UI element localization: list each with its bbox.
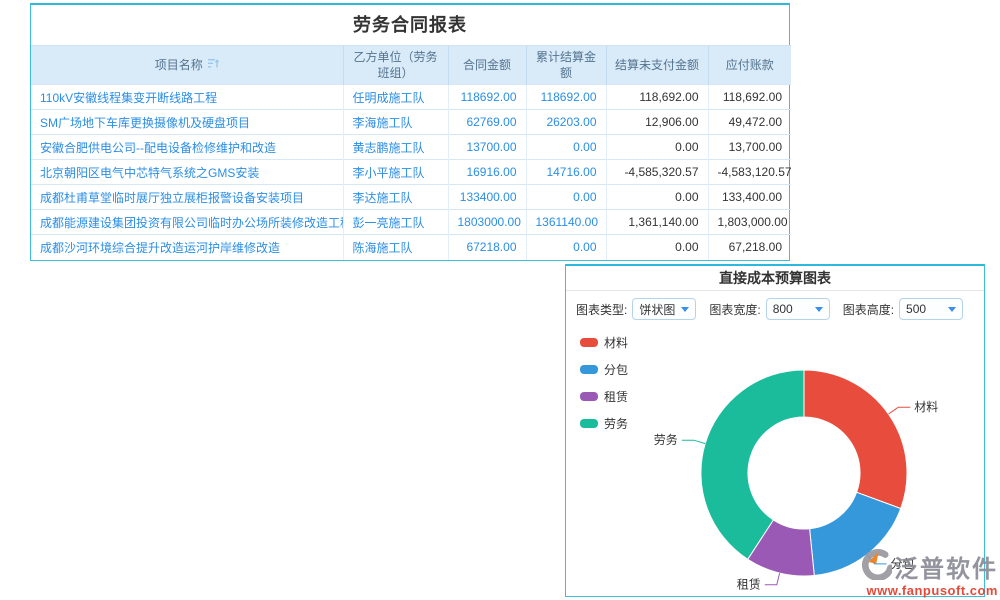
- contract-amount-cell: 118692.00: [448, 85, 526, 110]
- unit-cell[interactable]: 李海施工队: [343, 110, 448, 135]
- unit-cell[interactable]: 彭一亮施工队: [343, 210, 448, 235]
- contract-amount-cell: 13700.00: [448, 135, 526, 160]
- column-header-unit: 乙方单位（劳务班组）: [343, 46, 448, 85]
- pie-label-line-租赁: [765, 573, 780, 585]
- payable-cell: 67,218.00: [708, 235, 791, 260]
- pie-label-租赁: 租赁: [737, 578, 761, 592]
- legend-item-劳务[interactable]: 劳务: [580, 415, 628, 432]
- column-header-payable: 应付账款: [708, 46, 791, 85]
- watermark: 泛普软件 www.fanpusoft.com: [854, 548, 998, 598]
- watermark-url: www.fanpusoft.com: [866, 583, 998, 598]
- legend-label: 劳务: [604, 415, 628, 432]
- legend-item-分包[interactable]: 分包: [580, 361, 628, 378]
- pie-label-line-材料: [889, 407, 911, 414]
- contract-amount-cell: 67218.00: [448, 235, 526, 260]
- contract-amount-cell: 1803000.00: [448, 210, 526, 235]
- unpaid-amount-cell: 0.00: [606, 135, 708, 160]
- payable-cell: 49,472.00: [708, 110, 791, 135]
- legend-swatch: [580, 338, 598, 347]
- payable-cell: 13,700.00: [708, 135, 791, 160]
- table-row: 成都杜甫草堂临时展厅独立展柜报警设备安装项目李达施工队133400.000.00…: [31, 185, 791, 210]
- table-row: 成都沙河环境综合提升改造运河护岸维修改造陈海施工队67218.000.000.0…: [31, 235, 791, 260]
- legend-label: 分包: [604, 361, 628, 378]
- table-row: 北京朝阳区电气中芯特气系统之GMS安装李小平施工队16916.0014716.0…: [31, 160, 791, 185]
- settled-amount-cell: 0.00: [526, 185, 606, 210]
- unit-cell[interactable]: 任明成施工队: [343, 85, 448, 110]
- table-row: 成都能源建设集团投资有限公司临时办公场所装修改造工程EPC彭一亮施工队18030…: [31, 210, 791, 235]
- pie-label-劳务: 劳务: [654, 432, 678, 447]
- report-table-body: 110kV安徽线程集变开断线路工程任明成施工队118692.00118692.0…: [31, 85, 791, 260]
- legend-item-租赁[interactable]: 租赁: [580, 388, 628, 405]
- contract-amount-cell: 133400.00: [448, 185, 526, 210]
- project-name-cell[interactable]: 成都杜甫草堂临时展厅独立展柜报警设备安装项目: [31, 185, 343, 210]
- payable-cell: 133,400.00: [708, 185, 791, 210]
- column-header-settled-amount: 累计结算金额: [526, 46, 606, 85]
- unit-cell[interactable]: 陈海施工队: [343, 235, 448, 260]
- column-header-unpaid-amount: 结算未支付金额: [606, 46, 708, 85]
- column-header-contract-amount: 合同金额: [448, 46, 526, 85]
- payable-cell: 1,803,000.00: [708, 210, 791, 235]
- unpaid-amount-cell: 12,906.00: [606, 110, 708, 135]
- settled-amount-cell: 26203.00: [526, 110, 606, 135]
- unpaid-amount-cell: 1,361,140.00: [606, 210, 708, 235]
- project-name-cell[interactable]: 成都能源建设集团投资有限公司临时办公场所装修改造工程EPC: [31, 210, 343, 235]
- legend-label: 材料: [604, 334, 628, 351]
- pie-slice-材料[interactable]: [804, 370, 907, 509]
- project-name-cell[interactable]: 110kV安徽线程集变开断线路工程: [31, 85, 343, 110]
- unpaid-amount-cell: 0.00: [606, 185, 708, 210]
- settled-amount-cell: 118692.00: [526, 85, 606, 110]
- legend-swatch: [580, 365, 598, 374]
- pie-label-材料: 材料: [914, 400, 938, 414]
- contract-amount-cell: 16916.00: [448, 160, 526, 185]
- settled-amount-cell: 0.00: [526, 135, 606, 160]
- settled-amount-cell: 1361140.00: [526, 210, 606, 235]
- payable-cell: 118,692.00: [708, 85, 791, 110]
- project-name-cell[interactable]: SM广场地下车库更换摄像机及硬盘项目: [31, 110, 343, 135]
- table-row: 安徽合肥供电公司--配电设备检修维护和改造黄志鹏施工队13700.000.000…: [31, 135, 791, 160]
- column-header-project-name[interactable]: 项目名称: [31, 46, 343, 85]
- fanpu-logo-icon: [854, 548, 892, 585]
- unpaid-amount-cell: 118,692.00: [606, 85, 708, 110]
- settled-amount-cell: 0.00: [526, 235, 606, 260]
- pie-label-line-劳务: [682, 440, 706, 443]
- settled-amount-cell: 14716.00: [526, 160, 606, 185]
- report-table-header: 项目名称 乙方单位（劳务班组）: [31, 46, 791, 85]
- project-name-cell[interactable]: 成都沙河环境综合提升改造运河护岸维修改造: [31, 235, 343, 260]
- legend-item-材料[interactable]: 材料: [580, 334, 628, 351]
- chart-legend: 材料分包租赁劳务: [580, 334, 628, 432]
- project-name-cell[interactable]: 安徽合肥供电公司--配电设备检修维护和改造: [31, 135, 343, 160]
- report-table: 项目名称 乙方单位（劳务班组）: [31, 45, 791, 260]
- page: 劳务合同报表 项目名称: [0, 0, 1000, 600]
- legend-swatch: [580, 392, 598, 401]
- project-name-cell[interactable]: 北京朝阳区电气中芯特气系统之GMS安装: [31, 160, 343, 185]
- watermark-name: 泛普软件: [894, 549, 998, 584]
- unit-cell[interactable]: 李达施工队: [343, 185, 448, 210]
- unpaid-amount-cell: 0.00: [606, 235, 708, 260]
- report-title: 劳务合同报表: [31, 5, 789, 45]
- unit-cell[interactable]: 黄志鹏施工队: [343, 135, 448, 160]
- labor-contract-report-card: 劳务合同报表 项目名称: [30, 3, 790, 261]
- contract-amount-cell: 62769.00: [448, 110, 526, 135]
- legend-swatch: [580, 419, 598, 428]
- unpaid-amount-cell: -4,585,320.57: [606, 160, 708, 185]
- legend-label: 租赁: [604, 388, 628, 405]
- payable-cell: -4,583,120.57: [708, 160, 791, 185]
- table-row: SM广场地下车库更换摄像机及硬盘项目李海施工队62769.0026203.001…: [31, 110, 791, 135]
- table-row: 110kV安徽线程集变开断线路工程任明成施工队118692.00118692.0…: [31, 85, 791, 110]
- unit-cell[interactable]: 李小平施工队: [343, 160, 448, 185]
- column-header-label: 项目名称: [155, 57, 203, 73]
- chart-title: 直接成本预算图表: [566, 266, 984, 291]
- sort-icon[interactable]: [208, 57, 219, 73]
